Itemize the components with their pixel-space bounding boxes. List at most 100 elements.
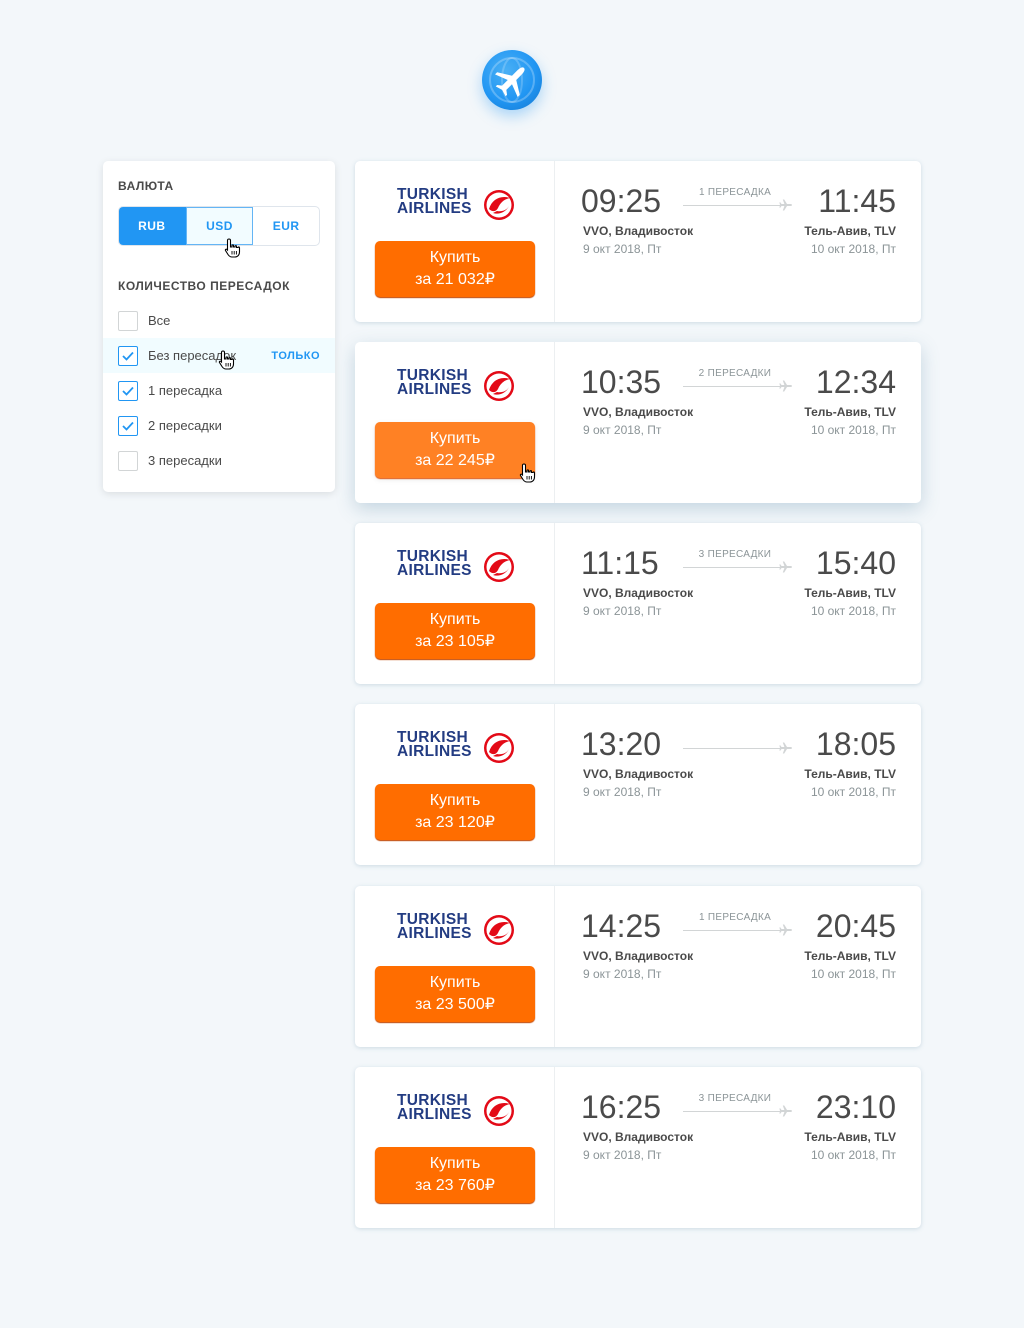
departure-time: 16:25	[581, 1089, 662, 1125]
airline-name: TURKISH AIRLINES	[397, 186, 472, 217]
route-line	[683, 748, 783, 749]
currency-switch: RUB USD EUR	[118, 206, 320, 246]
buy-label: Купить	[429, 249, 481, 266]
arrival-date: 10 окт 2018, Пт	[810, 242, 896, 256]
price-label: за 22 245₽	[415, 452, 495, 469]
departure-date: 9 окт 2018, Пт	[583, 1148, 662, 1162]
departure-date: 9 окт 2018, Пт	[583, 604, 662, 618]
ticket-card: TURKISH AIRLINES Купить за 22 245₽ 10:35…	[355, 342, 921, 503]
arrival-time: 18:05	[815, 726, 896, 762]
only-link[interactable]: только	[271, 350, 320, 362]
turkish-airlines-emblem-icon	[484, 371, 514, 401]
airline-logo: TURKISH AIRLINES	[397, 1093, 517, 1126]
airline-name: TURKISH AIRLINES	[397, 729, 472, 760]
price-label: за 23 500₽	[415, 996, 495, 1013]
arrival-date: 10 окт 2018, Пт	[810, 785, 896, 799]
buy-button[interactable]: Купить за 23 105₽	[375, 603, 535, 659]
currency-rub-button[interactable]: RUB	[119, 207, 186, 245]
buy-button[interactable]: Купить за 23 760₽	[375, 1147, 535, 1203]
airline-logo: TURKISH AIRLINES	[397, 912, 517, 945]
ticket-price-section: TURKISH AIRLINES Купить за 22 245₽	[355, 342, 555, 503]
buy-label: Купить	[429, 611, 481, 628]
arrival-date: 10 окт 2018, Пт	[810, 423, 896, 437]
departure-city: VVO, Владивосток	[583, 1130, 694, 1144]
arrival-date: 10 окт 2018, Пт	[810, 604, 896, 618]
plane-icon	[779, 380, 792, 392]
buy-label: Купить	[429, 430, 481, 447]
stops-count: 3 пересадки	[698, 549, 772, 560]
departure-time: 09:25	[581, 183, 662, 219]
currency-usd-button[interactable]: USD	[185, 207, 254, 245]
stop-filter-2[interactable]: 2 пересадки	[103, 408, 335, 443]
departure-time: 14:25	[581, 908, 662, 944]
ticket-price-section: TURKISH AIRLINES Купить за 23 105₽	[355, 523, 555, 684]
ticket-card: TURKISH AIRLINES Купить за 23 760₽ 16:25…	[355, 1067, 921, 1228]
arrival-city: Тель-Авив, TLV	[804, 405, 896, 419]
departure-date: 9 окт 2018, Пт	[583, 967, 662, 981]
ticket-card: TURKISH AIRLINES Купить за 21 032₽ 09:25…	[355, 161, 921, 322]
stop-filter-label: Без пересадок	[148, 348, 237, 363]
buy-button[interactable]: Купить за 23 500₽	[375, 966, 535, 1022]
turkish-airlines-emblem-icon	[484, 915, 514, 945]
ticket-card: TURKISH AIRLINES Купить за 23 105₽ 11:15…	[355, 523, 921, 684]
ticket-price-section: TURKISH AIRLINES Купить за 23 760₽	[355, 1067, 555, 1228]
departure-time: 10:35	[581, 364, 662, 400]
turkish-airlines-emblem-icon	[484, 190, 514, 220]
airline-name: TURKISH AIRLINES	[397, 548, 472, 579]
buy-button[interactable]: Купить за 23 120₽	[375, 784, 535, 840]
stop-filter-3[interactable]: 3 пересадки	[103, 443, 335, 478]
departure-city: VVO, Владивосток	[583, 767, 694, 781]
turkish-airlines-emblem-icon	[484, 1096, 514, 1126]
plane-icon	[779, 199, 792, 211]
buy-button[interactable]: Купить за 22 245₽	[375, 422, 535, 478]
departure-city: VVO, Владивосток	[583, 224, 694, 238]
route-line	[683, 930, 783, 931]
checkbox[interactable]	[118, 345, 138, 366]
airline-logo: TURKISH AIRLINES	[397, 729, 517, 763]
checkbox[interactable]	[118, 415, 138, 436]
filters-panel: Валюта RUB USD EUR Количество пересадок …	[103, 161, 335, 492]
stop-filter-all[interactable]: Все	[103, 303, 335, 338]
app-logo[interactable]	[482, 50, 542, 110]
airline-logo: TURKISH AIRLINES	[397, 186, 517, 220]
currency-eur-button[interactable]: EUR	[253, 207, 319, 245]
buy-button[interactable]: Купить за 21 032₽	[375, 241, 535, 297]
stop-filter-label: 2 пересадки	[148, 418, 222, 433]
arrival-city: Тель-Авив, TLV	[804, 949, 896, 963]
stop-filter-nonstop[interactable]: Без пересадок только	[103, 338, 335, 373]
plane-icon	[779, 742, 792, 754]
departure-city: VVO, Владивосток	[583, 949, 694, 963]
stop-filter-label: 1 пересадка	[148, 383, 223, 398]
arrival-time: 11:45	[818, 183, 896, 219]
checkbox[interactable]	[118, 380, 138, 401]
stop-filter-1[interactable]: 1 пересадка	[103, 373, 335, 408]
airline-name: TURKISH AIRLINES	[397, 367, 472, 398]
ticket-card: TURKISH AIRLINES Купить за 23 120₽ 13:20	[355, 704, 921, 865]
ticket-price-section: TURKISH AIRLINES Купить за 23 500₽	[355, 886, 555, 1047]
departure-city: VVO, Владивосток	[583, 586, 694, 600]
checkbox[interactable]	[118, 310, 138, 331]
departure-date: 9 окт 2018, Пт	[583, 423, 662, 437]
departure-city: VVO, Владивосток	[583, 405, 694, 419]
arrival-time: 15:40	[815, 545, 896, 581]
departure-date: 9 окт 2018, Пт	[583, 242, 662, 256]
checkbox[interactable]	[118, 450, 138, 471]
airplane-icon	[489, 57, 535, 103]
route-line	[683, 1111, 783, 1112]
price-label: за 23 120₽	[415, 814, 495, 831]
plane-icon	[779, 1105, 792, 1117]
route-line	[683, 386, 783, 387]
ticket-price-section: TURKISH AIRLINES Купить за 23 120₽	[355, 704, 555, 865]
arrival-date: 10 окт 2018, Пт	[810, 967, 896, 981]
currency-title: Валюта	[118, 179, 174, 193]
plane-icon	[779, 924, 792, 936]
price-label: за 21 032₽	[415, 271, 495, 288]
arrival-date: 10 окт 2018, Пт	[810, 1148, 896, 1162]
turkish-airlines-emblem-icon	[484, 552, 514, 582]
ticket-price-section: TURKISH AIRLINES Купить за 21 032₽	[355, 161, 555, 322]
check-icon	[122, 351, 134, 361]
ticket-card: TURKISH AIRLINES Купить за 23 500₽ 14:25…	[355, 886, 921, 1047]
stops-title: Количество пересадок	[118, 279, 290, 293]
stops-count: 3 пересадки	[698, 1093, 772, 1104]
buy-label: Купить	[429, 974, 481, 991]
